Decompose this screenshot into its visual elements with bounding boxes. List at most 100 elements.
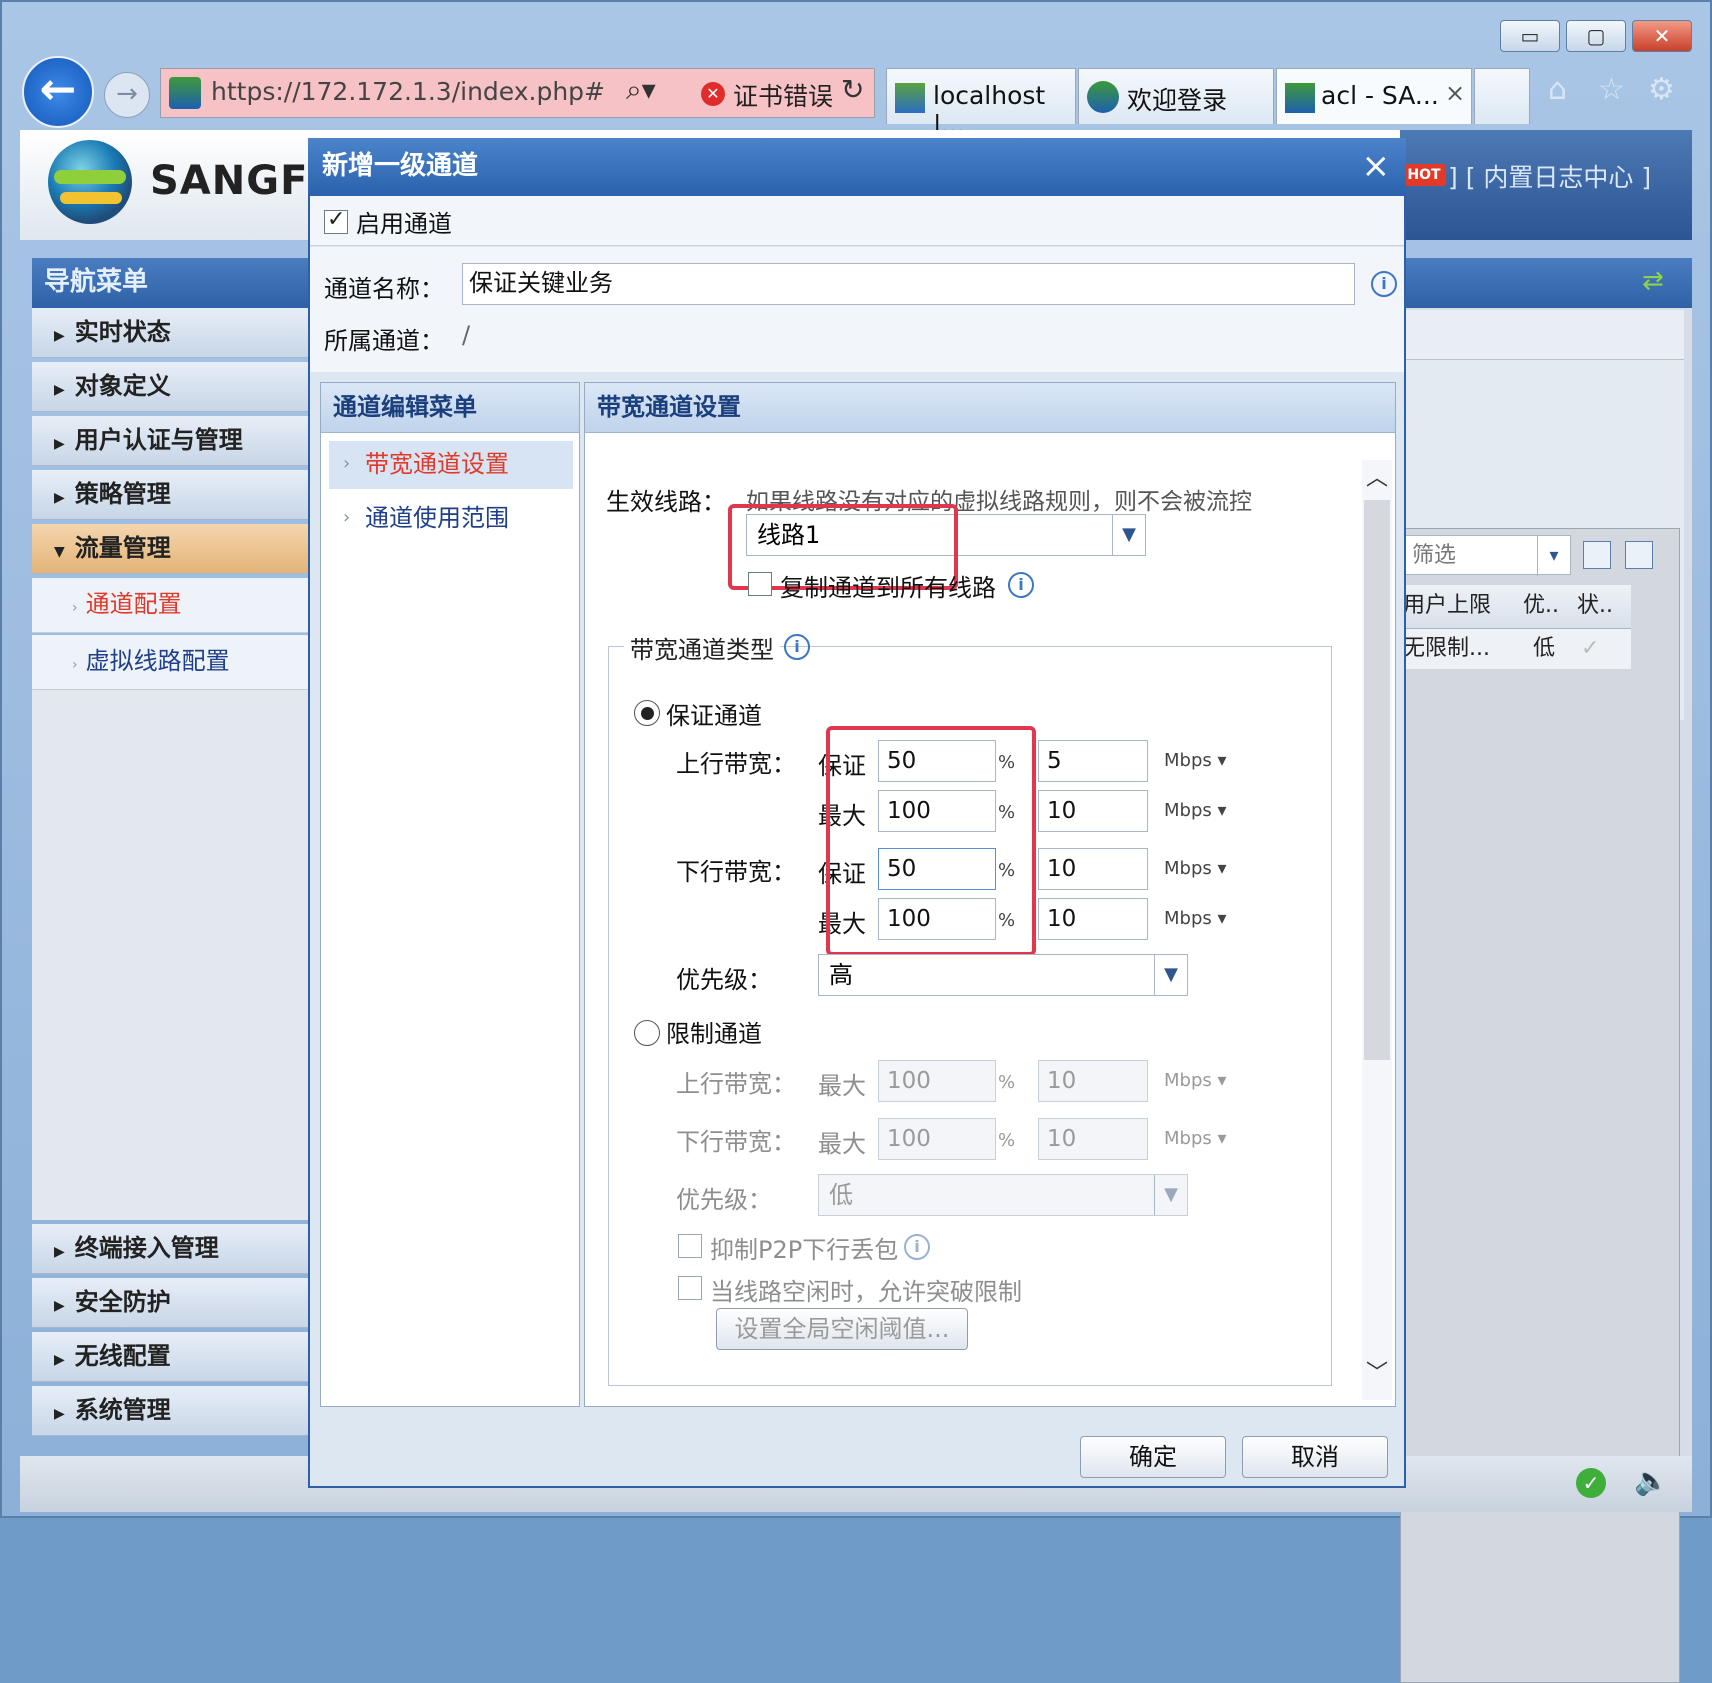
column-header[interactable]: 状..: [1577, 585, 1613, 627]
content-header: ⇄: [1400, 258, 1692, 308]
set-idle-threshold-button[interactable]: 设置全局空闲阈值...: [716, 1308, 968, 1350]
channel-name-input[interactable]: 保证关键业务: [462, 263, 1355, 305]
back-button[interactable]: ←: [22, 56, 94, 128]
percent-sign: %: [998, 1130, 1016, 1151]
tab-welcome[interactable]: 欢迎登录: [1078, 68, 1274, 124]
info-icon[interactable]: i: [904, 1234, 930, 1260]
cert-error-label[interactable]: 证书错误: [733, 77, 833, 113]
sidebar-item-user-auth[interactable]: ▶ 用户认证与管理: [32, 416, 322, 466]
column-header[interactable]: 用户上限: [1403, 585, 1491, 627]
url-text: https://172.172.1.3/index.php#: [211, 77, 605, 106]
down-guarantee-value-input[interactable]: 10: [1038, 848, 1148, 890]
chevron-down-icon: ▼: [1112, 515, 1145, 555]
limit-up-max-value-input[interactable]: 10: [1038, 1060, 1148, 1102]
search-icon[interactable]: ⌕▾: [626, 73, 656, 107]
grid-view-icon[interactable]: [1583, 541, 1611, 569]
info-icon[interactable]: i: [1008, 572, 1034, 598]
limit-channel-radio[interactable]: [634, 1020, 660, 1046]
maximize-button[interactable]: ▢: [1566, 20, 1626, 52]
unit-select[interactable]: Mbps ▾: [1164, 908, 1227, 929]
settings-scrollbar[interactable]: ︿ ﹀: [1362, 460, 1392, 1400]
favorites-star-icon[interactable]: ☆: [1598, 72, 1625, 107]
sidebar-item-traffic[interactable]: ▼ 流量管理: [32, 524, 322, 574]
allow-burst-checkbox[interactable]: [678, 1276, 702, 1300]
forward-button[interactable]: →: [104, 72, 150, 118]
guarantee-channel-radio[interactable]: [634, 700, 660, 726]
scroll-thumb[interactable]: [1364, 500, 1390, 1060]
sidebar-item-label: 对象定义: [74, 372, 171, 400]
unit-label: Mbps: [1164, 800, 1212, 821]
sidebar-item-realtime-status[interactable]: ▶ 实时状态: [32, 308, 322, 358]
tab-acl[interactable]: acl - SA... ×: [1276, 68, 1472, 124]
unit-select[interactable]: Mbps ▾: [1164, 750, 1227, 771]
up-guarantee-value-input[interactable]: 5: [1038, 740, 1148, 782]
table-row[interactable]: 无限制... 低 ✓: [1401, 629, 1631, 669]
sidebar-item-security[interactable]: ▶ 安全防护: [32, 1278, 322, 1328]
sidebar-item-terminal-access[interactable]: ▶ 终端接入管理: [32, 1224, 322, 1274]
unit-label: Mbps: [1164, 750, 1212, 771]
refresh-icon[interactable]: ⇄: [1642, 266, 1664, 296]
home-icon[interactable]: ⌂: [1548, 72, 1567, 107]
unit-select[interactable]: Mbps ▾: [1164, 800, 1227, 821]
dialog-close-icon[interactable]: ×: [1362, 138, 1391, 194]
priority-select[interactable]: 高 ▼: [818, 954, 1188, 996]
sidebar-subitem-virtual-line[interactable]: › 虚拟线路配置: [32, 635, 322, 690]
refresh-icon[interactable]: ↻: [841, 73, 864, 106]
info-icon[interactable]: i: [784, 634, 810, 660]
filter-select[interactable]: 筛选 ▾: [1401, 535, 1571, 576]
enable-row: ✓ 启用通道: [310, 196, 1404, 246]
enable-channel-checkbox[interactable]: ✓: [324, 207, 348, 234]
sidebar-item-wireless[interactable]: ▶ 无线配置: [32, 1332, 322, 1382]
menu-item-bandwidth-settings[interactable]: › 带宽通道设置: [329, 441, 573, 489]
sidebar-item-label: 安全防护: [74, 1288, 171, 1316]
info-icon[interactable]: i: [1371, 271, 1397, 297]
limit-down-max-value-input[interactable]: 10: [1038, 1118, 1148, 1160]
minimize-button[interactable]: ▭: [1500, 20, 1560, 52]
copy-to-all-lines-label: 复制通道到所有线路: [780, 574, 996, 602]
limit-priority-select[interactable]: 低 ▼: [818, 1174, 1188, 1216]
log-center-link[interactable]: ] [ 内置日志中心 ]: [1448, 158, 1651, 194]
dialog-title-text: 新增一级通道: [322, 151, 479, 181]
new-tab-button[interactable]: [1474, 68, 1530, 124]
sidebar-item-policy[interactable]: ▶ 策略管理: [32, 470, 322, 520]
close-tab-icon[interactable]: ×: [1445, 79, 1465, 107]
status-check-icon: ✓: [1581, 636, 1600, 661]
gear-icon[interactable]: ⚙: [1648, 72, 1675, 107]
up-max-value-input[interactable]: 10: [1038, 790, 1148, 832]
limit-down-max-percent-input[interactable]: 100: [878, 1118, 996, 1160]
speaker-icon[interactable]: 🔈: [1634, 1464, 1669, 1497]
sidebar-item-system[interactable]: ▶ 系统管理: [32, 1386, 322, 1436]
sidebar-subitem-channel-config[interactable]: › 通道配置: [32, 578, 322, 633]
ok-button[interactable]: 确定: [1080, 1436, 1226, 1478]
scroll-down-icon[interactable]: ﹀: [1362, 1355, 1392, 1393]
scroll-up-icon[interactable]: ︿: [1362, 460, 1392, 498]
down-max-value-input[interactable]: 10: [1038, 898, 1148, 940]
list-view-icon[interactable]: [1625, 541, 1653, 569]
tab-localhost[interactable]: localhost |...: [886, 68, 1076, 139]
sidebar-item-object-definition[interactable]: ▶ 对象定义: [32, 362, 322, 412]
sidebar-item-label: 终端接入管理: [74, 1234, 219, 1262]
limit-max-label: 最大: [818, 1130, 866, 1158]
unit-select[interactable]: Mbps ▾: [1164, 858, 1227, 879]
address-bar[interactable]: https://172.172.1.3/index.php# ⌕▾ ✕ 证书错误…: [160, 68, 875, 118]
limit-up-max-percent-input[interactable]: 100: [878, 1060, 996, 1102]
close-window-button[interactable]: ✕: [1632, 20, 1692, 52]
tab-label: 欢迎登录: [1127, 86, 1228, 115]
unit-label: Mbps: [1164, 908, 1212, 929]
priority-value: 高: [829, 961, 853, 989]
chevron-down-icon: ▾: [1537, 536, 1570, 576]
column-header[interactable]: 优..: [1523, 585, 1559, 627]
background-content: ⇄ 筛选 ▾ 用户上限 优.. 状.. 无限制... 低 ✓: [1400, 258, 1692, 1683]
status-ok-icon: ✓: [1576, 1468, 1606, 1498]
bandwidth-settings-title: 带宽通道设置: [585, 383, 1395, 433]
app-header-links: HOT ] [ 内置日志中心 ]: [1400, 130, 1692, 240]
p2p-drop-checkbox[interactable]: [678, 1234, 702, 1258]
unit-select[interactable]: Mbps ▾: [1164, 1128, 1227, 1149]
copy-to-all-lines-checkbox[interactable]: [748, 572, 772, 596]
unit-select[interactable]: Mbps ▾: [1164, 1070, 1227, 1091]
channel-info: 通道名称： 保证关键业务 i 所属通道： /: [310, 247, 1404, 372]
cancel-button[interactable]: 取消: [1242, 1436, 1388, 1478]
edit-menu-title: 通道编辑菜单: [321, 383, 579, 433]
menu-item-usage-scope[interactable]: › 通道使用范围: [329, 495, 573, 543]
sidebar-item-label: 实时状态: [74, 318, 171, 346]
